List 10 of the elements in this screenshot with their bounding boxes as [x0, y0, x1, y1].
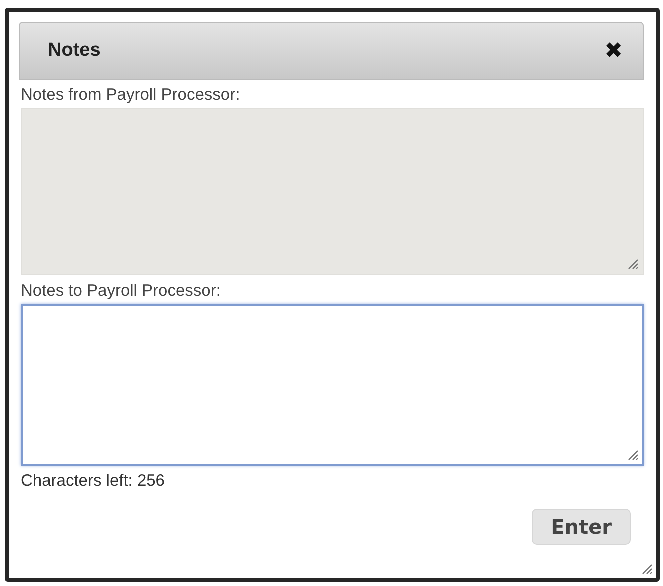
close-button[interactable]: ✖	[604, 38, 623, 64]
enter-button[interactable]: Enter	[532, 509, 631, 545]
resize-grip-icon[interactable]	[642, 564, 653, 575]
field-label: Notes to Payroll Processor:	[21, 281, 222, 302]
resize-grip-icon[interactable]	[628, 450, 639, 461]
characters-left-counter: Characters left: 256	[21, 472, 166, 491]
field-label: Notes from Payroll Processor:	[21, 85, 242, 106]
input-field[interactable]	[21, 304, 644, 466]
dialog-title: Notes	[48, 40, 101, 62]
resize-grip-icon[interactable]	[628, 259, 639, 270]
